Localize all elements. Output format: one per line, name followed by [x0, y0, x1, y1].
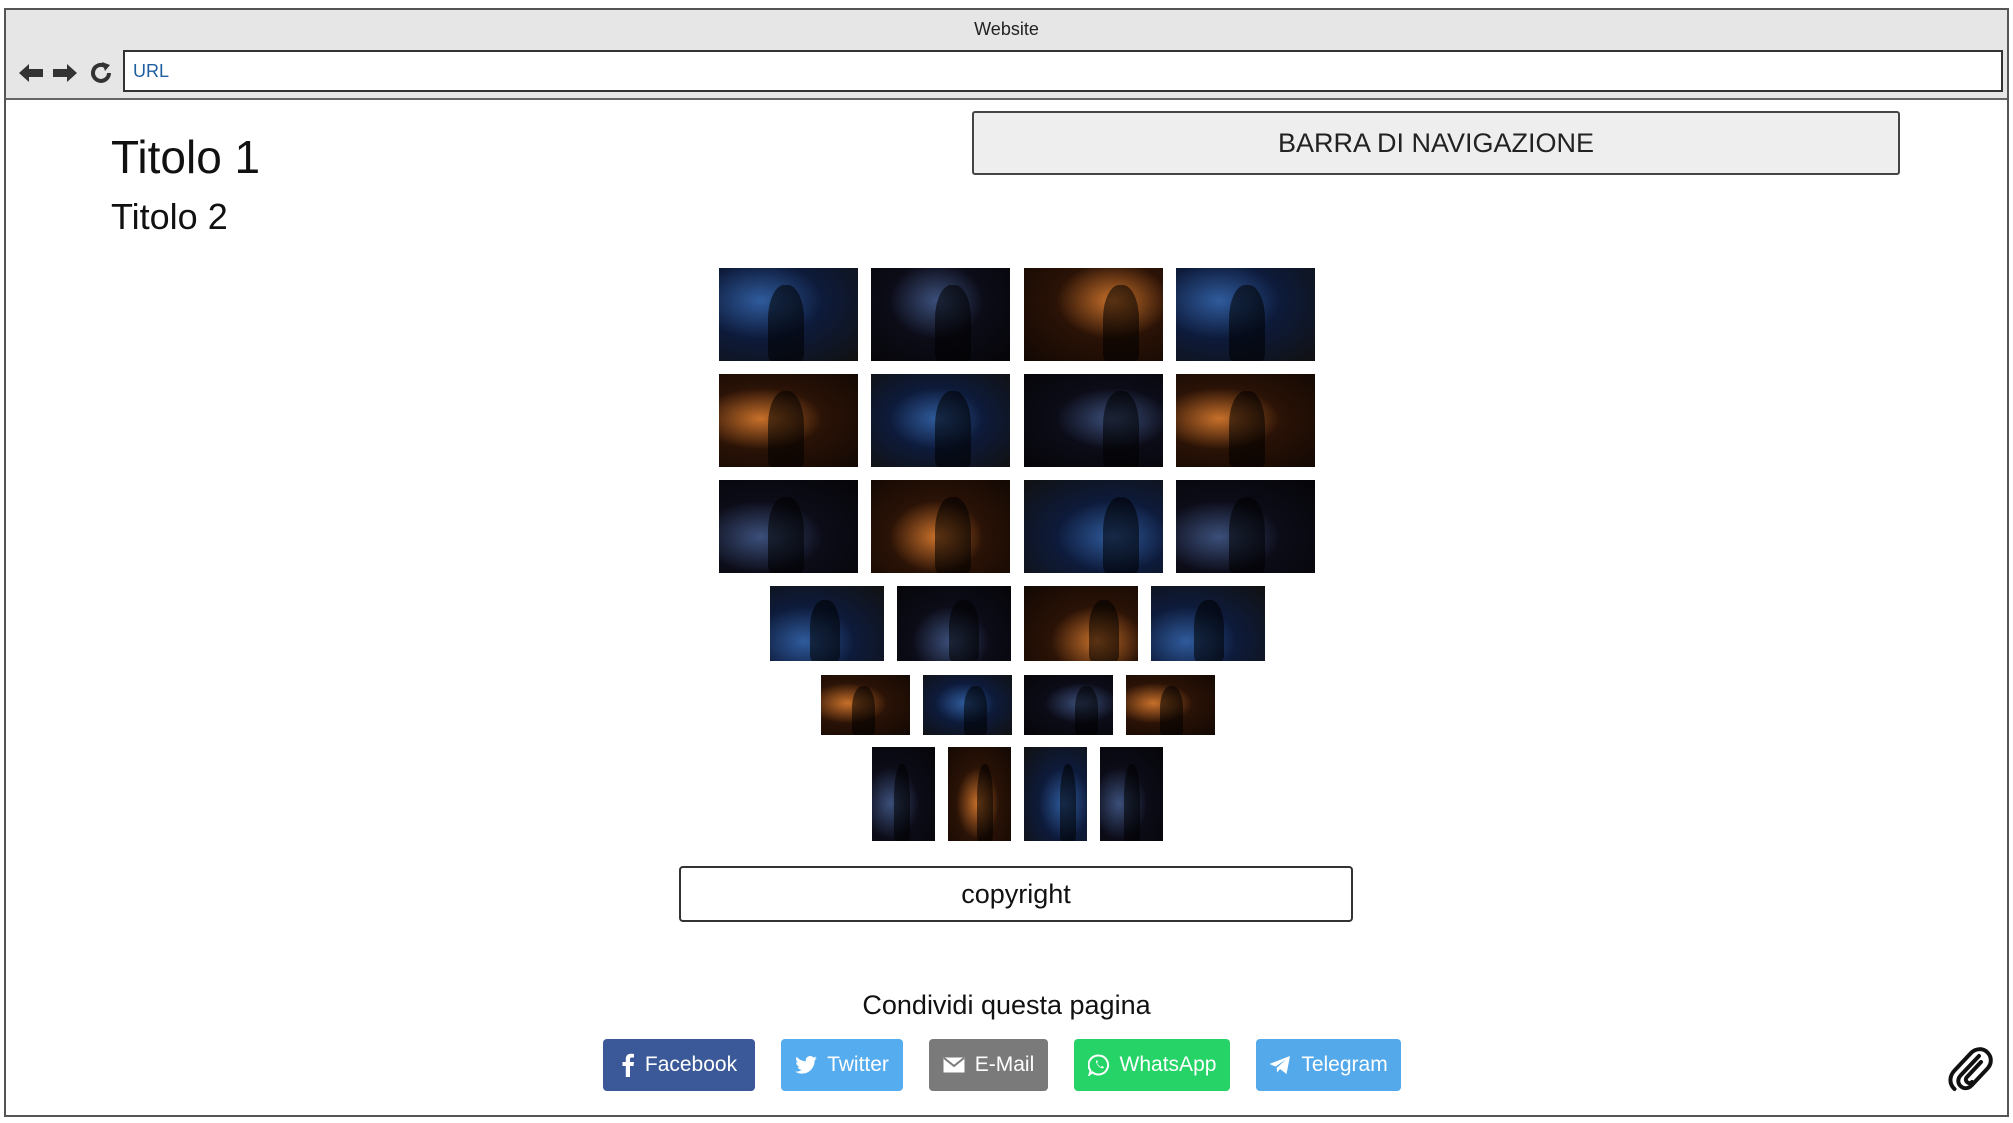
paperclip-icon[interactable] [1945, 1044, 1995, 1094]
page-title-2: Titolo 2 [111, 196, 228, 237]
gallery-photo[interactable] [871, 268, 1010, 361]
url-input[interactable]: URL [123, 50, 2003, 92]
photo-subject [809, 599, 840, 661]
share-whatsapp-button[interactable]: WhatsApp [1074, 1039, 1230, 1091]
mail-icon [943, 1057, 965, 1073]
telegram-icon [1269, 1056, 1291, 1074]
share-twitter-button[interactable]: Twitter [781, 1039, 903, 1091]
gallery-photo[interactable] [1024, 480, 1163, 573]
page-title-1: Titolo 1 [111, 131, 261, 183]
gallery-photo[interactable] [1024, 268, 1163, 361]
gallery-photo[interactable] [871, 374, 1010, 467]
reload-icon[interactable] [86, 58, 116, 88]
navigation-bar[interactable]: BARRA DI NAVIGAZIONE [972, 111, 1900, 175]
gallery-photo[interactable] [871, 480, 1010, 573]
photo-subject [1228, 496, 1265, 573]
gallery-photo[interactable] [1024, 374, 1163, 467]
gallery-photo[interactable] [1176, 480, 1315, 573]
facebook-icon [622, 1053, 634, 1077]
gallery-photo[interactable] [1176, 374, 1315, 467]
gallery-photo[interactable] [770, 586, 884, 661]
photo-subject [934, 284, 972, 361]
photo-subject [1228, 390, 1265, 467]
twitter-bird-icon [795, 1056, 817, 1074]
copyright-box: copyright [679, 866, 1353, 922]
photo-subject [949, 599, 980, 661]
share-telegram-label: Telegram [1301, 1053, 1388, 1076]
gallery-photo[interactable] [1100, 747, 1163, 841]
photo-subject [1074, 685, 1098, 735]
gallery-photo[interactable] [897, 586, 1011, 661]
gallery-photo[interactable] [872, 747, 935, 841]
gallery-photo[interactable] [821, 675, 910, 735]
share-title: Condividi questa pagina [862, 990, 1151, 1020]
gallery-photo[interactable] [923, 675, 1012, 735]
photo-subject [1103, 496, 1140, 573]
photo-subject [934, 390, 972, 467]
gallery-photo[interactable] [1024, 747, 1087, 841]
window-title: Website [974, 19, 1039, 39]
photo-subject [767, 390, 804, 467]
photo-subject [1103, 284, 1140, 361]
photo-subject [934, 496, 972, 573]
share-telegram-button[interactable]: Telegram [1256, 1039, 1401, 1091]
photo-subject [1123, 763, 1141, 841]
browser-titlebar: Website URL [6, 10, 2007, 100]
share-facebook-label: Facebook [644, 1053, 738, 1076]
photo-subject [1159, 685, 1183, 735]
share-email-label: E-Mail [974, 1053, 1035, 1076]
gallery-photo[interactable] [1024, 586, 1138, 661]
photo-subject [1228, 284, 1265, 361]
photo-subject [1059, 763, 1077, 841]
share-whatsapp-label: WhatsApp [1119, 1053, 1217, 1076]
photo-subject [976, 763, 994, 841]
gallery-photo[interactable] [1176, 268, 1315, 361]
photo-subject [1194, 599, 1224, 661]
photo-subject [1088, 599, 1119, 661]
gallery-photo[interactable] [719, 268, 858, 361]
photo-subject [1103, 390, 1140, 467]
photo-subject [894, 763, 911, 841]
share-facebook-button[interactable]: Facebook [603, 1039, 755, 1091]
back-arrow-icon[interactable] [16, 58, 46, 88]
gallery-photo[interactable] [1126, 675, 1215, 735]
gallery-photo[interactable] [1024, 675, 1113, 735]
gallery-photo[interactable] [1151, 586, 1265, 661]
photo-subject [963, 685, 988, 735]
photo-subject [852, 685, 876, 735]
forward-arrow-icon[interactable] [50, 58, 80, 88]
gallery-photo[interactable] [719, 374, 858, 467]
photo-subject [767, 284, 804, 361]
photo-subject [767, 496, 804, 573]
gallery-photo[interactable] [948, 747, 1011, 841]
share-email-button[interactable]: E-Mail [929, 1039, 1048, 1091]
whatsapp-icon [1087, 1054, 1109, 1076]
share-twitter-label: Twitter [827, 1053, 889, 1076]
gallery-photo[interactable] [719, 480, 858, 573]
